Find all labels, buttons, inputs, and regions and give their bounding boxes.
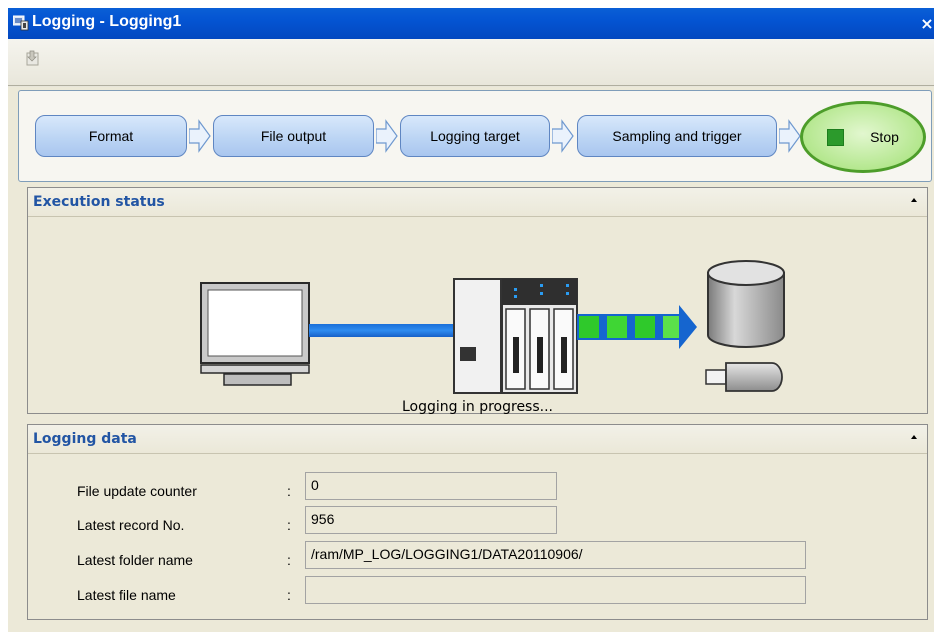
step-sampling-trigger-label: Sampling and trigger [612,128,742,144]
stop-button[interactable]: Stop [800,101,926,173]
field-colon: : [287,552,291,568]
close-icon[interactable]: × [920,14,934,33]
stop-label: Stop [870,129,899,145]
latest-record-field: 956 [305,506,557,534]
collapse-icon[interactable] [911,435,917,439]
title-bar: Logging - Logging1 × [8,8,934,39]
pc-icon [200,282,310,386]
step-format[interactable]: Format [35,115,187,157]
field-label-latest-file: Latest file name [77,587,176,603]
step-sampling-trigger[interactable]: Sampling and trigger [577,115,777,157]
arrow-right-icon [376,119,398,153]
panel-title: Logging data [33,431,137,447]
arrow-right-icon [189,119,211,153]
latest-file-field [305,576,806,604]
file-update-counter-field: 0 [305,472,557,500]
field-colon: : [287,483,291,499]
arrow-right-icon [552,119,574,153]
step-flow: Format File output Logging target Sampli… [18,90,932,182]
execution-status-header[interactable]: Execution status [28,188,927,217]
step-logging-target-label: Logging target [430,128,520,144]
step-file-output[interactable]: File output [213,115,374,157]
step-file-output-label: File output [260,128,327,144]
logging-data-header[interactable]: Logging data [28,425,927,454]
toolbar-divider [8,85,934,86]
field-label-latest-folder: Latest folder name [77,552,193,568]
app-icon [13,15,29,31]
export-icon[interactable] [25,50,41,66]
field-label-latest-record: Latest record No. [77,517,185,533]
toolbar [8,39,934,87]
logging-window: Logging - Logging1 × Format File output … [8,8,934,632]
logging-data-panel: Logging data File update counter : 0 Lat… [27,424,928,620]
latest-folder-field: /ram/MP_LOG/LOGGING1/DATA20110906/ [305,541,806,569]
usb-drive-icon [705,362,783,392]
status-text: Logging in progress... [402,399,553,415]
field-colon: : [287,587,291,603]
window-title: Logging - Logging1 [32,13,182,30]
stop-icon [827,128,845,146]
field-colon: : [287,517,291,533]
step-format-label: Format [88,128,134,144]
collapse-icon[interactable] [911,198,917,202]
arrow-right-icon [779,119,801,153]
connection-cable [309,324,454,337]
database-icon [707,260,785,348]
step-logging-target[interactable]: Logging target [400,115,550,157]
controller-icon [453,278,578,394]
data-transfer-arrow [577,305,697,349]
panel-title: Execution status [33,194,165,210]
logging-diagram [200,260,785,394]
field-label-file-update-counter: File update counter [77,483,197,499]
execution-status-panel: Execution status Logging in progress... [27,187,928,415]
